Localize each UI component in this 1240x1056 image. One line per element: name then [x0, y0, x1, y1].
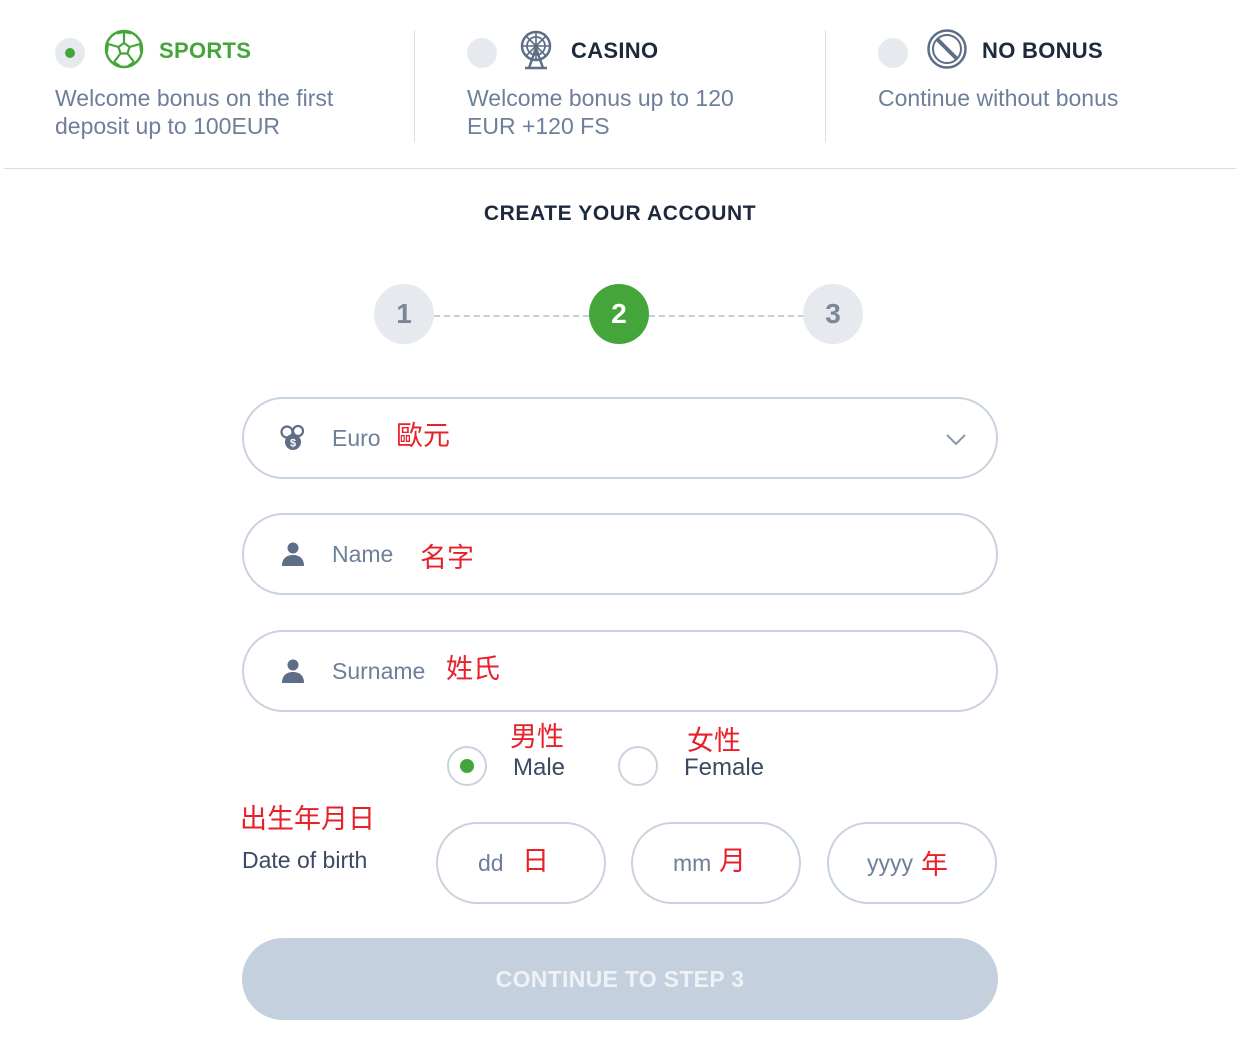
user-icon — [282, 542, 304, 566]
bonus-desc-no-bonus: Continue without bonus — [878, 84, 1218, 112]
bonus-divider — [414, 30, 415, 142]
bonus-desc-line: Welcome bonus up to 120 — [467, 85, 734, 111]
dob-annotation: 出生年月日 — [240, 804, 375, 835]
gender-female-label[interactable]: Female — [684, 754, 764, 782]
step-3: 3 — [803, 284, 863, 344]
bonus-title-sports: SPORTS — [159, 38, 252, 63]
bonus-radio-no-bonus[interactable] — [878, 38, 908, 68]
page-title: CREATE YOUR ACCOUNT — [483, 202, 757, 225]
surname-placeholder: Surname — [332, 658, 426, 684]
name-placeholder: Name — [332, 541, 394, 567]
currency-value: Euro — [332, 425, 381, 451]
male-annotation: 男性 — [510, 722, 564, 753]
gender-male-label[interactable]: Male — [513, 754, 565, 782]
bonus-option-no-bonus[interactable]: NO BONUS Continue without bonus — [878, 28, 1238, 148]
surname-field[interactable]: Surname 姓氏 — [242, 630, 998, 712]
svg-text:$: $ — [290, 438, 296, 450]
step-connector — [649, 315, 804, 317]
bonus-option-sports[interactable]: SPORTS Welcome bonus on the first deposi… — [55, 28, 415, 148]
dob-month-field[interactable]: mm 月 — [631, 822, 801, 904]
bonus-desc-line: Welcome bonus on the first — [55, 85, 334, 111]
year-annotation: 年 — [921, 850, 948, 881]
dob-year-placeholder: yyyy — [867, 850, 913, 876]
bonus-divider — [825, 30, 826, 142]
step-connector — [434, 315, 589, 317]
day-annotation: 日 — [522, 846, 549, 877]
chevron-down-icon[interactable] — [944, 427, 968, 451]
gender-female-radio[interactable] — [618, 746, 658, 786]
name-field[interactable]: Name 名字 — [242, 513, 998, 595]
bonus-desc-line: Continue without bonus — [878, 85, 1119, 111]
bonus-radio-casino[interactable] — [467, 38, 497, 68]
month-annotation: 月 — [719, 846, 746, 877]
step-1: 1 — [374, 284, 434, 344]
dob-month-placeholder: mm — [673, 850, 712, 876]
user-icon — [282, 659, 304, 683]
continue-button[interactable]: CONTINUE TO STEP 3 — [242, 938, 998, 1020]
dob-day-field[interactable]: dd 日 — [436, 822, 606, 904]
section-divider — [4, 168, 1236, 169]
surname-annotation: 姓氏 — [446, 654, 500, 685]
prohibited-icon — [927, 29, 967, 69]
currency-annotation: 歐元 — [396, 421, 450, 452]
currency-select[interactable]: $ Euro 歐元 — [242, 397, 998, 479]
bonus-desc-casino: Welcome bonus up to 120 EUR +120 FS — [467, 84, 807, 140]
name-annotation: 名字 — [420, 543, 474, 574]
soccer-ball-icon — [104, 29, 144, 69]
step-2: 2 — [589, 284, 649, 344]
coins-icon: $ — [280, 424, 305, 450]
dob-year-field[interactable]: yyyy 年 — [827, 822, 997, 904]
dob-day-placeholder: dd — [478, 850, 504, 876]
bonus-radio-sports[interactable] — [55, 38, 85, 68]
gender-male-radio[interactable] — [447, 746, 487, 786]
bonus-desc-line: EUR +120 FS — [467, 113, 610, 139]
bonus-option-casino[interactable]: CASINO Welcome bonus up to 120 EUR +120 … — [467, 28, 827, 148]
bonus-title-no-bonus: NO BONUS — [982, 38, 1103, 63]
step-indicator: 1 2 3 — [374, 284, 864, 346]
dob-label: Date of birth — [242, 847, 368, 873]
bonus-title-casino: CASINO — [571, 38, 659, 63]
bonus-desc-sports: Welcome bonus on the first deposit up to… — [55, 84, 395, 140]
bonus-selector: SPORTS Welcome bonus on the first deposi… — [0, 0, 1240, 170]
bonus-desc-line: deposit up to 100EUR — [55, 113, 281, 139]
ferris-wheel-icon — [520, 30, 552, 70]
